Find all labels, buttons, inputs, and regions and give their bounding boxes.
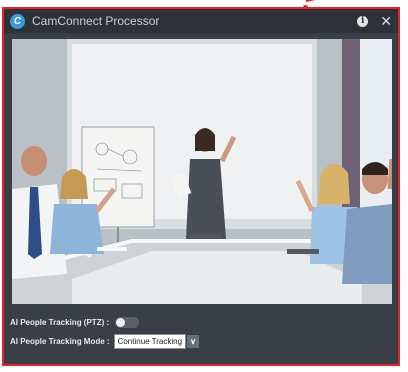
app-title: CamConnect Processor [32,14,160,28]
close-icon[interactable]: ✕ [380,14,392,28]
info-icon[interactable]: i [357,15,369,27]
annotation-pointer-line [305,0,342,2]
ptz-tracking-toggle[interactable] [115,317,140,328]
tracking-mode-row: AI People Tracking Mode : Continue Track… [10,334,200,349]
camera-video-feed [12,39,392,304]
chevron-down-icon[interactable]: ∨ [187,335,200,348]
title-bar: C CamConnect Processor i ✕ [4,9,398,33]
tracking-mode-select[interactable]: Continue Tracking ∨ [113,334,200,349]
app-window: C CamConnect Processor i ✕ AI People Tra… [2,7,400,366]
ptz-tracking-row: AI People Tracking (PTZ) : [10,317,140,328]
ptz-tracking-label: AI People Tracking (PTZ) : [10,318,110,327]
video-frame [12,39,392,304]
tracking-mode-label: AI People Tracking Mode : [10,337,110,346]
app-logo-icon: C [10,13,25,29]
tracking-mode-value: Continue Tracking [113,334,187,349]
toggle-knob [116,318,126,327]
